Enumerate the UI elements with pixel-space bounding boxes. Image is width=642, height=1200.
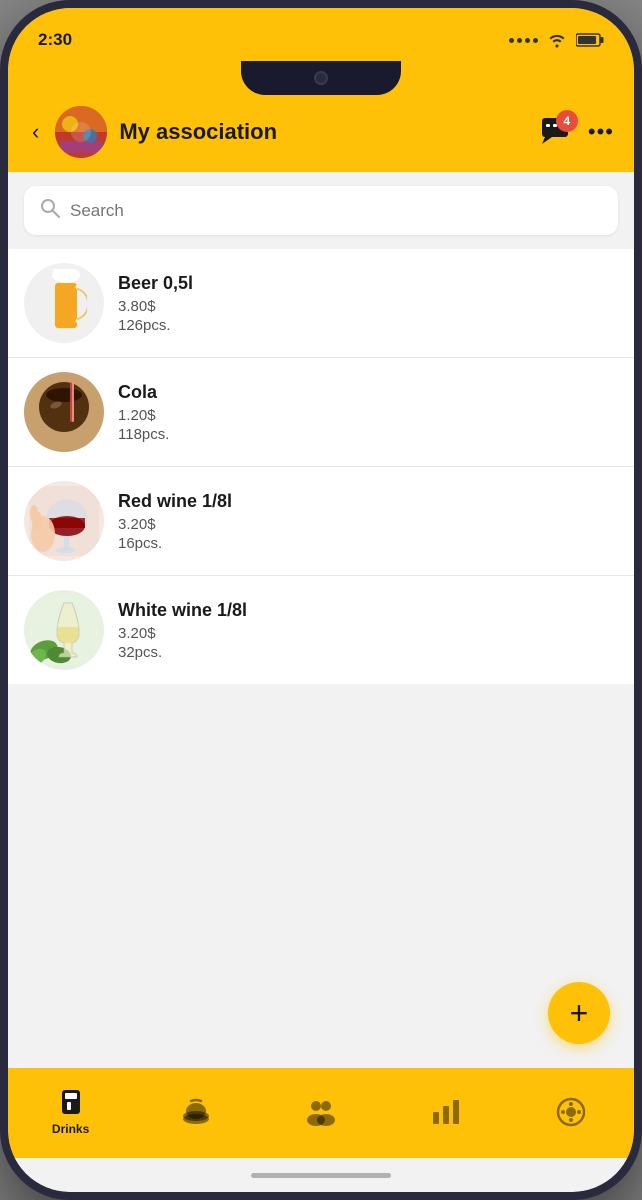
more-button[interactable]: ••• (588, 119, 614, 145)
bottom-nav: Drinks (8, 1068, 634, 1158)
product-price-whitewine: 3.20$ (118, 625, 618, 642)
members-icon (304, 1098, 338, 1126)
product-list: Beer 0,5l 3.80$ 126pcs. (8, 249, 634, 684)
header-title: My association (119, 119, 528, 145)
product-info-whitewine: White wine 1/8l 3.20$ 32pcs. (118, 600, 618, 661)
product-name-redwine: Red wine 1/8l (118, 491, 618, 512)
notification-badge: 4 (556, 110, 578, 132)
avatar-image (55, 106, 107, 158)
product-price-cola: 1.20$ (118, 407, 618, 424)
signal-dot-2 (517, 38, 522, 43)
signal-dot-1 (509, 38, 514, 43)
product-image-beer (24, 263, 104, 343)
product-image-redwine (24, 481, 104, 561)
notch-cutout (241, 61, 401, 95)
search-container (8, 172, 634, 249)
product-image-whitewine (24, 590, 104, 670)
product-name-whitewine: White wine 1/8l (118, 600, 618, 621)
product-item-whitewine[interactable]: White wine 1/8l 3.20$ 32pcs. (8, 576, 634, 684)
avatar (55, 106, 107, 158)
header-actions: 4 ••• (540, 116, 614, 149)
add-button[interactable]: + (548, 982, 610, 1044)
nav-item-stats[interactable] (384, 1098, 509, 1126)
signal-dots (509, 38, 538, 43)
beer-glass-icon (42, 269, 87, 337)
drinks-icon (56, 1088, 86, 1118)
home-indicator (8, 1158, 634, 1192)
product-info-cola: Cola 1.20$ 118pcs. (118, 382, 618, 443)
product-price-beer: 3.80$ (118, 298, 618, 315)
screen: 2:30 (8, 8, 634, 1192)
product-name-beer: Beer 0,5l (118, 273, 618, 294)
food-icon (181, 1097, 211, 1127)
stats-icon (431, 1098, 461, 1126)
camera (314, 71, 328, 85)
nav-item-food[interactable] (133, 1097, 258, 1127)
back-button[interactable]: ‹ (28, 115, 43, 149)
nav-item-members[interactable] (258, 1098, 383, 1126)
header: ‹ My association (8, 96, 634, 172)
fab-container: + (8, 684, 634, 1068)
cola-cup-icon (34, 377, 94, 447)
product-name-cola: Cola (118, 382, 618, 403)
nav-label-drinks: Drinks (52, 1122, 89, 1136)
notification-button[interactable]: 4 (540, 116, 570, 149)
signal-dot-3 (525, 38, 530, 43)
product-pcs-beer: 126pcs. (118, 317, 618, 334)
status-icons (509, 32, 604, 48)
signal-dot-4 (533, 38, 538, 43)
product-item-beer[interactable]: Beer 0,5l 3.80$ 126pcs. (8, 249, 634, 358)
white-wine-icon (29, 595, 99, 665)
search-bar (24, 186, 618, 235)
content: Beer 0,5l 3.80$ 126pcs. (8, 172, 634, 1068)
product-pcs-whitewine: 32pcs. (118, 644, 618, 661)
phone-shell: 2:30 (0, 0, 642, 1200)
nav-item-settings[interactable] (509, 1097, 634, 1127)
product-pcs-redwine: 16pcs. (118, 535, 618, 552)
notch (8, 60, 634, 96)
search-icon (40, 198, 60, 223)
product-item-redwine[interactable]: Red wine 1/8l 3.20$ 16pcs. (8, 467, 634, 576)
battery-icon (576, 33, 604, 47)
status-time: 2:30 (38, 30, 72, 50)
product-info-beer: Beer 0,5l 3.80$ 126pcs. (118, 273, 618, 334)
search-input[interactable] (70, 201, 602, 221)
product-price-redwine: 3.20$ (118, 516, 618, 533)
nav-item-drinks[interactable]: Drinks (8, 1088, 133, 1136)
wifi-icon (546, 32, 568, 48)
red-wine-icon (29, 486, 99, 556)
product-pcs-cola: 118pcs. (118, 426, 618, 443)
settings-icon (556, 1097, 586, 1127)
home-bar (251, 1173, 391, 1178)
product-info-redwine: Red wine 1/8l 3.20$ 16pcs. (118, 491, 618, 552)
product-item-cola[interactable]: Cola 1.20$ 118pcs. (8, 358, 634, 467)
product-image-cola (24, 372, 104, 452)
status-bar: 2:30 (8, 8, 634, 60)
